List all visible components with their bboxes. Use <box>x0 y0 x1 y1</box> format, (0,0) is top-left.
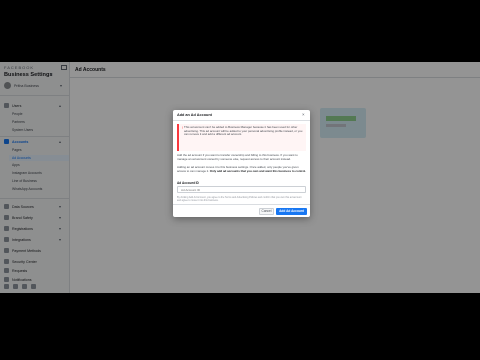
ad-account-id-label: Ad Account ID <box>177 181 199 185</box>
video-letterbox-bottom <box>0 293 480 360</box>
ad-account-id-input[interactable] <box>177 186 306 193</box>
dialog-footer: Cancel Add Ad Account <box>173 204 310 217</box>
add-ad-account-dialog: Add an Ad Account × ! This ad account ca… <box>173 110 310 217</box>
close-icon[interactable]: × <box>302 112 305 117</box>
warning-banner: ! This ad account can't be added to Busi… <box>177 124 306 151</box>
cancel-button[interactable]: Cancel <box>259 208 274 215</box>
warning-text: This ad account can't be added to Busine… <box>184 125 303 137</box>
terms-fine-print: By clicking Add Ad Account, you agree to… <box>177 196 302 202</box>
dialog-note: Adding an ad account moves it to this bu… <box>177 165 306 173</box>
dialog-description: Add the ad account if you want to transf… <box>177 153 298 161</box>
warning-icon: ! <box>182 126 183 130</box>
dialog-note-emphasis: Only add ad accounts that you own and wa… <box>209 168 306 173</box>
dialog-title: Add an Ad Account <box>177 113 212 117</box>
add-ad-account-button[interactable]: Add Ad Account <box>276 208 307 215</box>
dialog-header: Add an Ad Account × <box>173 110 310 121</box>
video-letterbox-top <box>0 0 480 62</box>
